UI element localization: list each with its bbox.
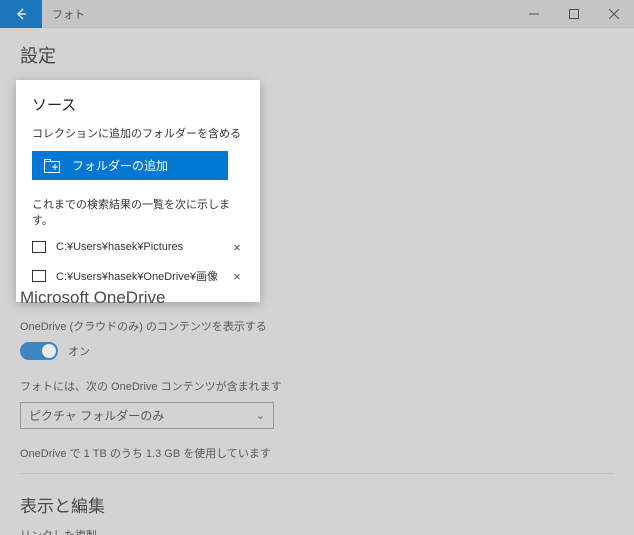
sources-card: ソース コレクションに追加のフォルダーを含める フォルダーの追加 これまでの検索… bbox=[16, 80, 260, 302]
source-folder-path: C:¥Users¥hasek¥OneDrive¥画像 bbox=[56, 268, 220, 284]
source-folder-path: C:¥Users¥hasek¥Pictures bbox=[56, 241, 220, 253]
maximize-icon bbox=[569, 9, 579, 19]
display-edit-heading: 表示と編集 bbox=[20, 492, 614, 517]
remove-folder-button[interactable]: × bbox=[230, 240, 244, 254]
maximize-button[interactable] bbox=[554, 0, 594, 28]
close-button[interactable] bbox=[594, 0, 634, 28]
app-title: フォト bbox=[52, 6, 85, 22]
lower-sections: Microsoft OneDrive OneDrive (クラウドのみ) のコン… bbox=[20, 288, 614, 535]
source-folder-row[interactable]: C:¥Users¥hasek¥OneDrive¥画像 × bbox=[32, 268, 244, 284]
page-content: 設定 bbox=[0, 28, 634, 68]
linked-duplicates-label: リンクした複製 bbox=[20, 527, 614, 535]
page-title: 設定 bbox=[20, 42, 614, 68]
close-icon: × bbox=[233, 269, 241, 284]
add-folder-label: フォルダーの追加 bbox=[72, 157, 168, 174]
onedrive-content-dropdown[interactable]: ピクチャ フォルダーのみ ⌄ bbox=[20, 402, 274, 429]
onedrive-cloud-toggle[interactable] bbox=[20, 342, 58, 360]
onedrive-toggle-state: オン bbox=[68, 343, 90, 359]
sources-include-label: コレクションに追加のフォルダーを含める bbox=[32, 125, 244, 141]
folder-icon bbox=[32, 241, 46, 253]
folder-icon bbox=[32, 270, 46, 282]
sources-heading: ソース bbox=[32, 94, 244, 115]
remove-folder-button[interactable]: × bbox=[230, 269, 244, 283]
chevron-down-icon: ⌄ bbox=[256, 409, 265, 422]
onedrive-usage: OneDrive で 1 TB のうち 1.3 GB を使用しています bbox=[20, 445, 614, 461]
add-folder-button[interactable]: フォルダーの追加 bbox=[32, 151, 228, 180]
source-folder-row[interactable]: C:¥Users¥hasek¥Pictures × bbox=[32, 240, 244, 254]
section-divider bbox=[20, 473, 614, 474]
dropdown-value: ピクチャ フォルダーのみ bbox=[29, 407, 164, 424]
onedrive-show-cloud-label: OneDrive (クラウドのみ) のコンテンツを表示する bbox=[20, 318, 614, 334]
arrow-left-icon bbox=[14, 7, 28, 21]
minimize-button[interactable] bbox=[514, 0, 554, 28]
sources-search-note: これまでの検索結果の一覧を次に示します。 bbox=[32, 196, 244, 228]
titlebar: フォト bbox=[0, 0, 634, 28]
window-controls bbox=[514, 0, 634, 28]
minimize-icon bbox=[529, 9, 539, 19]
add-folder-icon bbox=[44, 159, 62, 173]
close-icon bbox=[609, 9, 619, 19]
onedrive-heading: Microsoft OneDrive bbox=[20, 288, 614, 308]
onedrive-content-label: フォトには、次の OneDrive コンテンツが含まれます bbox=[20, 378, 614, 394]
toggle-knob bbox=[42, 344, 56, 358]
back-button[interactable] bbox=[0, 0, 42, 28]
close-icon: × bbox=[233, 240, 241, 255]
onedrive-toggle-row: オン bbox=[20, 342, 614, 360]
